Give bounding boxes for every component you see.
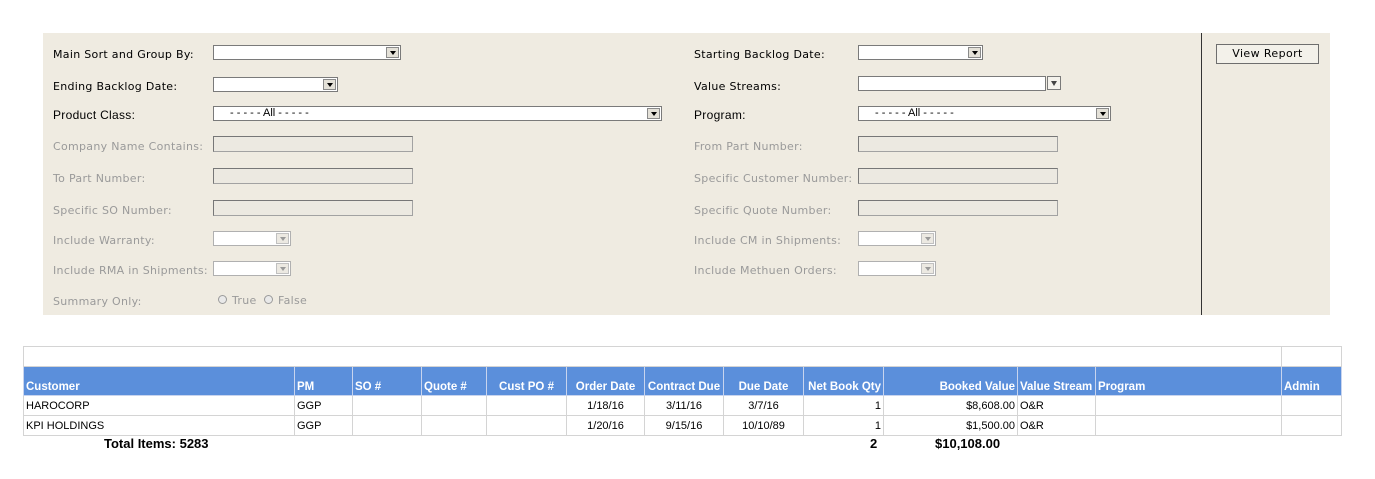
net-book-qty-cell: 1 xyxy=(803,415,884,436)
order-date-cell: 1/18/16 xyxy=(566,395,645,416)
results-table: Customer PM SO # Quote # Cust PO # Order… xyxy=(23,346,1342,436)
pm-cell: GGP xyxy=(294,415,353,436)
so-cell xyxy=(352,395,422,416)
company-name-label: Company Name Contains: xyxy=(53,140,204,153)
chevron-down-icon[interactable] xyxy=(1047,76,1061,90)
column-header[interactable]: Booked Value xyxy=(883,366,1018,396)
booked-value-cell: $1,500.00 xyxy=(883,415,1018,436)
view-report-button[interactable]: View Report xyxy=(1216,44,1319,64)
booked-value-cell: $8,608.00 xyxy=(883,395,1018,416)
table-toolbar-row xyxy=(23,346,1342,367)
admin-cell xyxy=(1281,395,1342,416)
include-methuen-label: Include Methuen Orders: xyxy=(694,264,837,277)
table-row[interactable]: HAROCORP GGP 1/18/16 3/11/16 3/7/16 1 $8… xyxy=(23,395,1342,416)
column-header[interactable]: Program xyxy=(1095,366,1282,396)
from-part-label: From Part Number: xyxy=(694,140,803,153)
chevron-down-icon[interactable] xyxy=(968,47,981,58)
customer-cell: KPI HOLDINGS xyxy=(23,415,295,436)
include-methuen-select[interactable] xyxy=(858,261,936,276)
summary-false-label: False xyxy=(278,294,308,307)
chevron-down-icon[interactable] xyxy=(276,263,289,274)
ending-backlog-label: Ending Backlog Date: xyxy=(53,80,178,93)
summary-true-radio[interactable] xyxy=(218,295,227,304)
product-class-select[interactable]: - - - - - All - - - - - xyxy=(213,106,662,121)
cust-po-cell xyxy=(486,415,567,436)
main-sort-select[interactable] xyxy=(213,45,401,60)
column-header[interactable]: Contract Due xyxy=(644,366,724,396)
program-cell xyxy=(1095,415,1282,436)
panel-divider xyxy=(1201,33,1202,315)
column-header[interactable]: Value Stream xyxy=(1017,366,1096,396)
column-header[interactable]: SO # xyxy=(352,366,422,396)
program-cell xyxy=(1095,395,1282,416)
specific-customer-input[interactable] xyxy=(858,168,1058,184)
quote-cell xyxy=(421,395,487,416)
chevron-down-icon[interactable] xyxy=(921,233,934,244)
include-cm-label: Include CM in Shipments: xyxy=(694,234,842,247)
chevron-down-icon[interactable] xyxy=(276,233,289,244)
to-part-label: To Part Number: xyxy=(53,172,146,185)
column-header[interactable]: Admin xyxy=(1281,366,1342,396)
due-date-cell: 3/7/16 xyxy=(723,395,804,416)
summary-only-label: Summary Only: xyxy=(53,295,142,308)
product-class-label: Product Class: xyxy=(53,108,136,122)
include-rma-label: Include RMA in Shipments: xyxy=(53,264,208,277)
chevron-down-icon[interactable] xyxy=(386,47,399,58)
table-row[interactable]: KPI HOLDINGS GGP 1/20/16 9/15/16 10/10/8… xyxy=(23,415,1342,436)
chevron-down-icon[interactable] xyxy=(647,108,660,119)
admin-cell xyxy=(1281,415,1342,436)
total-qty: 2 xyxy=(870,436,878,451)
due-date-cell: 10/10/89 xyxy=(723,415,804,436)
program-select[interactable]: - - - - - All - - - - - xyxy=(858,106,1111,121)
program-label: Program: xyxy=(694,108,746,122)
company-name-input[interactable] xyxy=(213,136,413,152)
specific-so-input[interactable] xyxy=(213,200,413,216)
main-sort-label: Main Sort and Group By: xyxy=(53,48,194,61)
total-value: $10,108.00 xyxy=(935,436,1001,451)
to-part-input[interactable] xyxy=(213,168,413,184)
table-header-row: Customer PM SO # Quote # Cust PO # Order… xyxy=(23,366,1342,396)
contract-due-cell: 9/15/16 xyxy=(644,415,724,436)
specific-quote-input[interactable] xyxy=(858,200,1058,216)
column-header[interactable]: Order Date xyxy=(566,366,645,396)
quote-cell xyxy=(421,415,487,436)
include-warranty-label: Include Warranty: xyxy=(53,234,155,247)
column-header[interactable]: Due Date xyxy=(723,366,804,396)
starting-backlog-label: Starting Backlog Date: xyxy=(694,48,825,61)
summary-false-radio[interactable] xyxy=(264,295,273,304)
chevron-down-icon[interactable] xyxy=(921,263,934,274)
column-header[interactable]: PM xyxy=(294,366,353,396)
value-streams-label: Value Streams: xyxy=(694,80,782,93)
column-header[interactable]: Net Book Qty xyxy=(803,366,884,396)
ending-backlog-select[interactable] xyxy=(213,77,338,92)
from-part-input[interactable] xyxy=(858,136,1058,152)
include-warranty-select[interactable] xyxy=(213,231,291,246)
program-value: - - - - - All - - - - - xyxy=(875,107,954,119)
summary-true-label: True xyxy=(232,294,257,307)
customer-cell: HAROCORP xyxy=(23,395,295,416)
include-cm-select[interactable] xyxy=(858,231,936,246)
contract-due-cell: 3/11/16 xyxy=(644,395,724,416)
specific-so-label: Specific SO Number: xyxy=(53,204,172,217)
specific-quote-label: Specific Quote Number: xyxy=(694,204,832,217)
total-items: Total Items: 5283 xyxy=(104,436,209,451)
cust-po-cell xyxy=(486,395,567,416)
net-book-qty-cell: 1 xyxy=(803,395,884,416)
value-streams-select[interactable] xyxy=(858,76,1061,91)
starting-backlog-select[interactable] xyxy=(858,45,983,60)
include-rma-select[interactable] xyxy=(213,261,291,276)
column-header[interactable]: Customer xyxy=(23,366,295,396)
product-class-value: - - - - - All - - - - - xyxy=(230,107,309,119)
value-stream-cell: O&R xyxy=(1017,395,1096,416)
report-parameters-panel: Main Sort and Group By: Starting Backlog… xyxy=(43,33,1330,315)
order-date-cell: 1/20/16 xyxy=(566,415,645,436)
value-stream-cell: O&R xyxy=(1017,415,1096,436)
specific-customer-label: Specific Customer Number: xyxy=(694,172,853,185)
chevron-down-icon[interactable] xyxy=(1096,108,1109,119)
pm-cell: GGP xyxy=(294,395,353,416)
so-cell xyxy=(352,415,422,436)
column-header[interactable]: Cust PO # xyxy=(486,366,567,396)
column-header[interactable]: Quote # xyxy=(421,366,487,396)
chevron-down-icon[interactable] xyxy=(323,79,336,90)
